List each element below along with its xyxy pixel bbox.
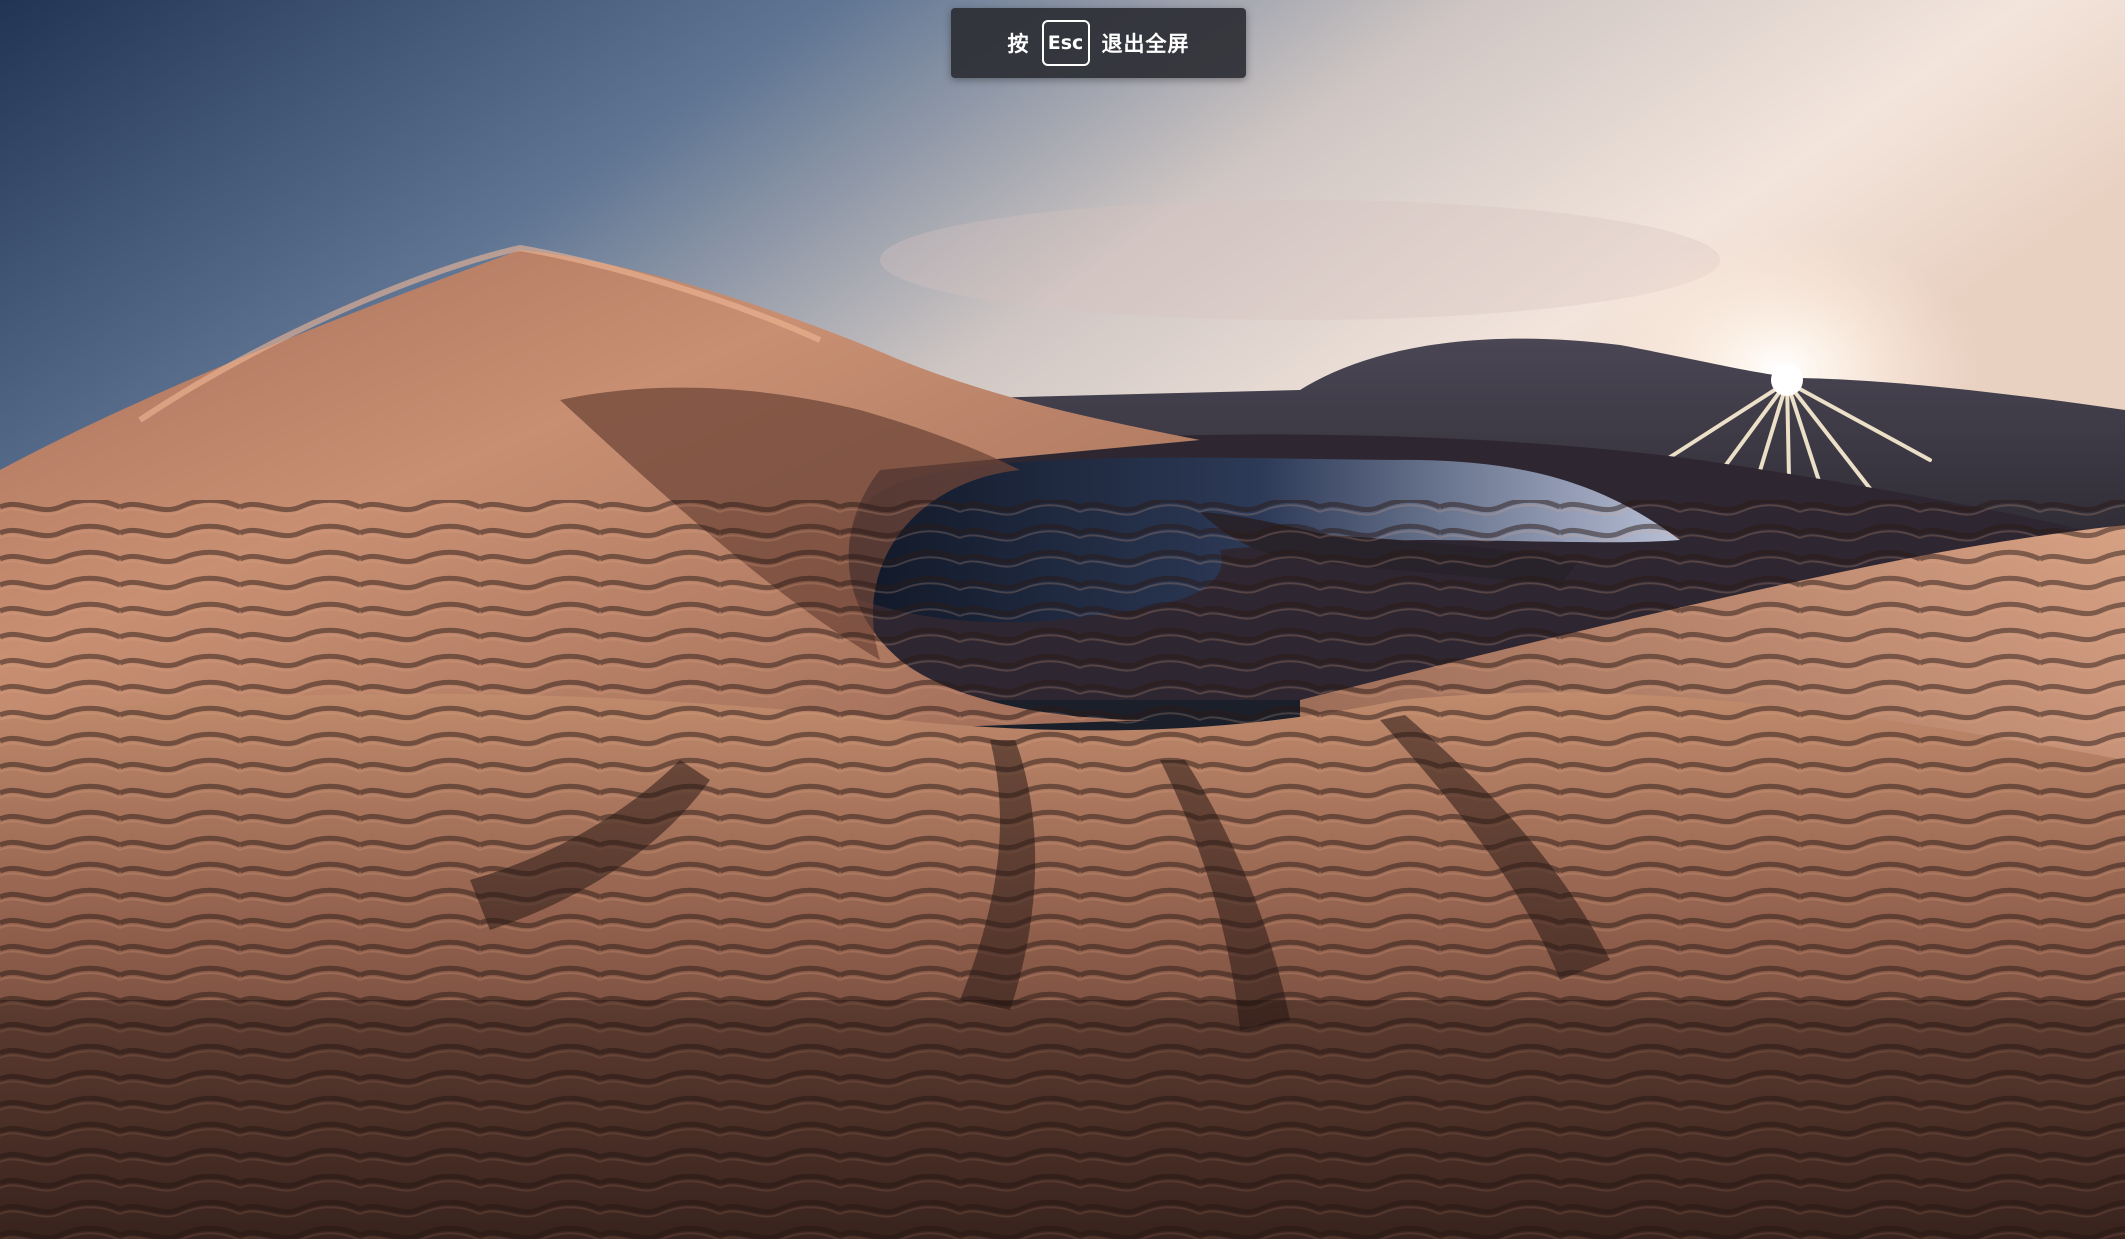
- esc-key-badge: Esc: [1041, 20, 1090, 66]
- fullscreen-viewer: 按 Esc 退出全屏: [0, 0, 2125, 1239]
- desert-photo: [0, 0, 2125, 1239]
- exit-fullscreen-hint: 按 Esc 退出全屏: [951, 8, 1246, 78]
- hint-prefix: 按: [1007, 32, 1030, 56]
- hint-suffix: 退出全屏: [1101, 32, 1190, 56]
